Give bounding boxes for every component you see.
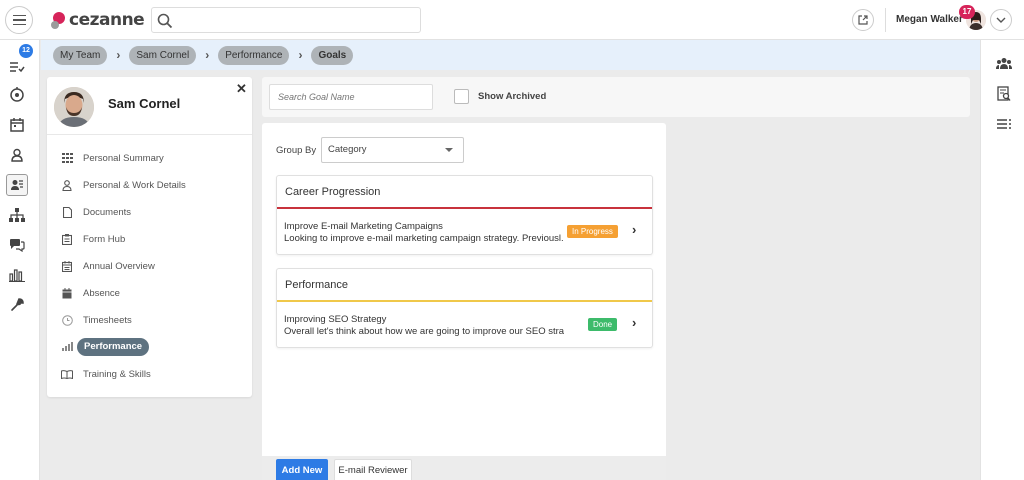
chevron-right-icon: › — [205, 48, 210, 62]
chevron-down-icon — [996, 17, 1006, 23]
goal-filter-bar: Show Archived — [262, 77, 970, 117]
chevron-right-icon[interactable]: › — [632, 222, 636, 237]
breadcrumb-item-performance[interactable]: Performance — [218, 45, 290, 65]
profile-menu-training-skills[interactable]: Training & Skills — [61, 365, 151, 383]
show-archived-checkbox[interactable] — [454, 89, 469, 104]
chat-icon[interactable] — [6, 234, 28, 256]
team-icon[interactable] — [6, 174, 28, 196]
logo[interactable]: cezanne — [50, 8, 145, 32]
chevron-right-icon[interactable]: › — [632, 315, 636, 330]
goal-group-header: Performance — [277, 269, 652, 302]
user-menu-button[interactable] — [990, 9, 1012, 31]
employee-profile-panel: ✕ Sam Cornel Personal Summary Personal &… — [47, 77, 252, 397]
chevron-right-icon: › — [116, 48, 121, 62]
profile-menu-documents[interactable]: Documents — [61, 203, 131, 221]
chart-icon — [61, 341, 73, 353]
show-archived-label[interactable]: Show Archived — [478, 91, 546, 102]
goal-title: Improving SEO Strategy — [284, 314, 387, 325]
reports-icon[interactable] — [6, 264, 28, 286]
breadcrumb-item-sam-cornel[interactable]: Sam Cornel — [129, 45, 197, 65]
logo-text: cezanne — [69, 10, 145, 30]
employee-name: Sam Cornel — [108, 96, 181, 111]
avatar-icon — [54, 87, 94, 127]
document-icon — [61, 206, 73, 218]
cezanne-logo-icon — [51, 12, 65, 29]
breadcrumb: My Team › Sam Cornel › Performance › Goa… — [41, 40, 980, 70]
profile-menu-label: Timesheets — [83, 314, 132, 326]
profile-menu-personal-work-details[interactable]: Personal & Work Details — [61, 176, 186, 194]
goal-group-performance: Performance Improving SEO Strategy Overa… — [276, 268, 653, 348]
timeline-icon[interactable] — [6, 84, 28, 106]
calendar-x-icon — [61, 287, 73, 299]
profile-menu-label: Performance — [77, 338, 150, 356]
people-icon[interactable] — [995, 54, 1013, 72]
goal-title: Improve E-mail Marketing Campaigns — [284, 221, 443, 232]
profile-menu-annual-overview[interactable]: Annual Overview — [61, 257, 155, 275]
form-icon — [61, 233, 73, 245]
profile-menu-label: Documents — [83, 206, 132, 218]
menu-icon[interactable] — [5, 6, 33, 34]
profile-menu-performance[interactable]: Performance — [61, 338, 150, 356]
list-settings-icon[interactable] — [995, 115, 1013, 133]
add-new-button[interactable]: Add New — [276, 459, 328, 480]
goal-search-input[interactable] — [269, 84, 433, 110]
group-by-label: Group By — [276, 145, 317, 156]
status-badge: In Progress — [567, 225, 618, 238]
calendar-icon — [61, 260, 73, 272]
profile-menu-personal-summary[interactable]: Personal Summary — [61, 149, 164, 167]
status-badge: Done — [588, 318, 618, 331]
clock-icon — [61, 314, 73, 326]
person-icon[interactable] — [6, 144, 28, 166]
employee-photo — [54, 87, 94, 127]
calendar-icon[interactable] — [6, 114, 28, 136]
goal-row[interactable]: Improving SEO Strategy Overall let's thi… — [277, 302, 652, 347]
goals-panel: Group By Category Career Progression Imp… — [262, 123, 666, 480]
global-search-input[interactable] — [151, 7, 421, 33]
profile-menu-label: Personal & Work Details — [83, 179, 186, 191]
goal-description: Overall let's think about how we are goi… — [284, 326, 564, 337]
profile-menu-absence[interactable]: Absence — [61, 284, 120, 302]
tasks-badge: 12 — [19, 44, 33, 58]
breadcrumb-item-goals: Goals — [311, 45, 354, 65]
person-icon — [61, 179, 73, 191]
divider — [885, 8, 886, 32]
tasks-icon[interactable] — [6, 56, 28, 78]
profile-menu-label: Form Hub — [83, 233, 126, 245]
profile-menu-label: Personal Summary — [83, 152, 164, 164]
goal-group-header: Career Progression — [277, 176, 652, 209]
profile-menu-label: Annual Overview — [83, 260, 155, 272]
user-name[interactable]: Megan Walker — [896, 14, 963, 25]
goal-group-career-progression: Career Progression Improve E-mail Market… — [276, 175, 653, 255]
profile-menu-label: Absence — [83, 287, 120, 299]
wrench-icon[interactable] — [6, 294, 28, 316]
goal-row[interactable]: Improve E-mail Marketing Campaigns Looki… — [277, 209, 652, 254]
profile-menu-timesheets[interactable]: Timesheets — [61, 311, 132, 329]
right-navigation — [980, 40, 1024, 480]
org-chart-icon[interactable] — [6, 204, 28, 226]
profile-menu-form-hub[interactable]: Form Hub — [61, 230, 125, 248]
top-bar: cezanne Megan Walker 17 — [0, 0, 1024, 40]
group-by-select[interactable]: Category — [321, 137, 464, 163]
caret-down-icon — [445, 148, 453, 152]
document-search-icon[interactable] — [995, 85, 1013, 103]
chevron-right-icon: › — [298, 48, 303, 62]
notification-badge[interactable]: 17 — [959, 5, 975, 19]
profile-menu-label: Training & Skills — [83, 368, 151, 380]
goal-description: Looking to improve e-mail marketing camp… — [284, 233, 564, 244]
book-icon — [61, 368, 73, 380]
breadcrumb-item-my-team[interactable]: My Team — [53, 45, 108, 65]
search-icon — [157, 13, 173, 29]
divider — [47, 134, 252, 135]
grid-icon — [61, 152, 73, 164]
email-reviewer-button[interactable]: E-mail Reviewer — [334, 459, 412, 480]
open-external-button[interactable] — [852, 9, 874, 31]
external-link-icon — [858, 15, 868, 25]
left-navigation: 12 — [0, 40, 40, 480]
close-icon[interactable]: ✕ — [236, 81, 247, 97]
group-by-value: Category — [328, 144, 367, 155]
